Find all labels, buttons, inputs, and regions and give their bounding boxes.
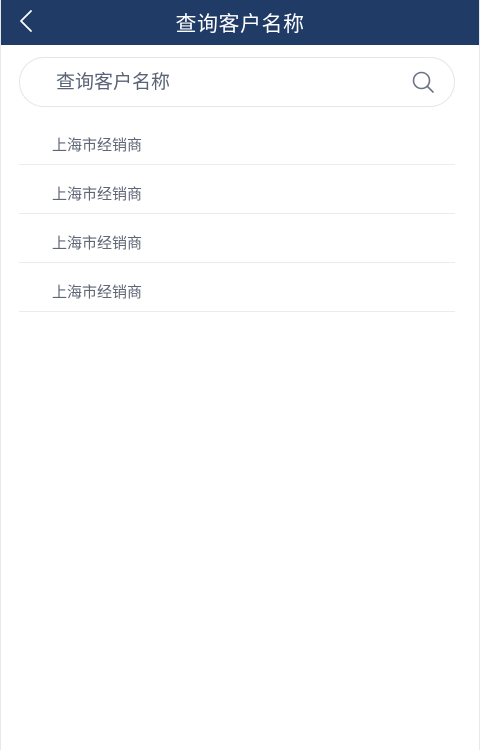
top-nav-bar: 查询客户名称	[1, 0, 479, 45]
list-item[interactable]: 上海市经销商	[19, 165, 455, 214]
customer-result-list: 上海市经销商 上海市经销商 上海市经销商 上海市经销商	[19, 116, 455, 312]
list-item-label: 上海市经销商	[52, 282, 143, 301]
app-screen: 查询客户名称 上海市经销商 上海市经销商 上海市经销商 上海市经销商	[0, 0, 480, 750]
page-title: 查询客户名称	[175, 11, 305, 36]
list-item[interactable]: 上海市经销商	[19, 116, 455, 165]
chevron-left-icon	[19, 9, 33, 37]
search-icon	[412, 71, 434, 93]
list-item[interactable]: 上海市经销商	[19, 214, 455, 263]
search-button[interactable]	[410, 69, 436, 95]
list-item[interactable]: 上海市经销商	[19, 263, 455, 312]
back-button[interactable]	[11, 0, 41, 45]
list-item-label: 上海市经销商	[52, 233, 143, 252]
search-bar	[19, 57, 455, 107]
search-input[interactable]	[56, 71, 410, 93]
list-item-label: 上海市经销商	[52, 184, 143, 203]
list-item-label: 上海市经销商	[52, 135, 143, 154]
